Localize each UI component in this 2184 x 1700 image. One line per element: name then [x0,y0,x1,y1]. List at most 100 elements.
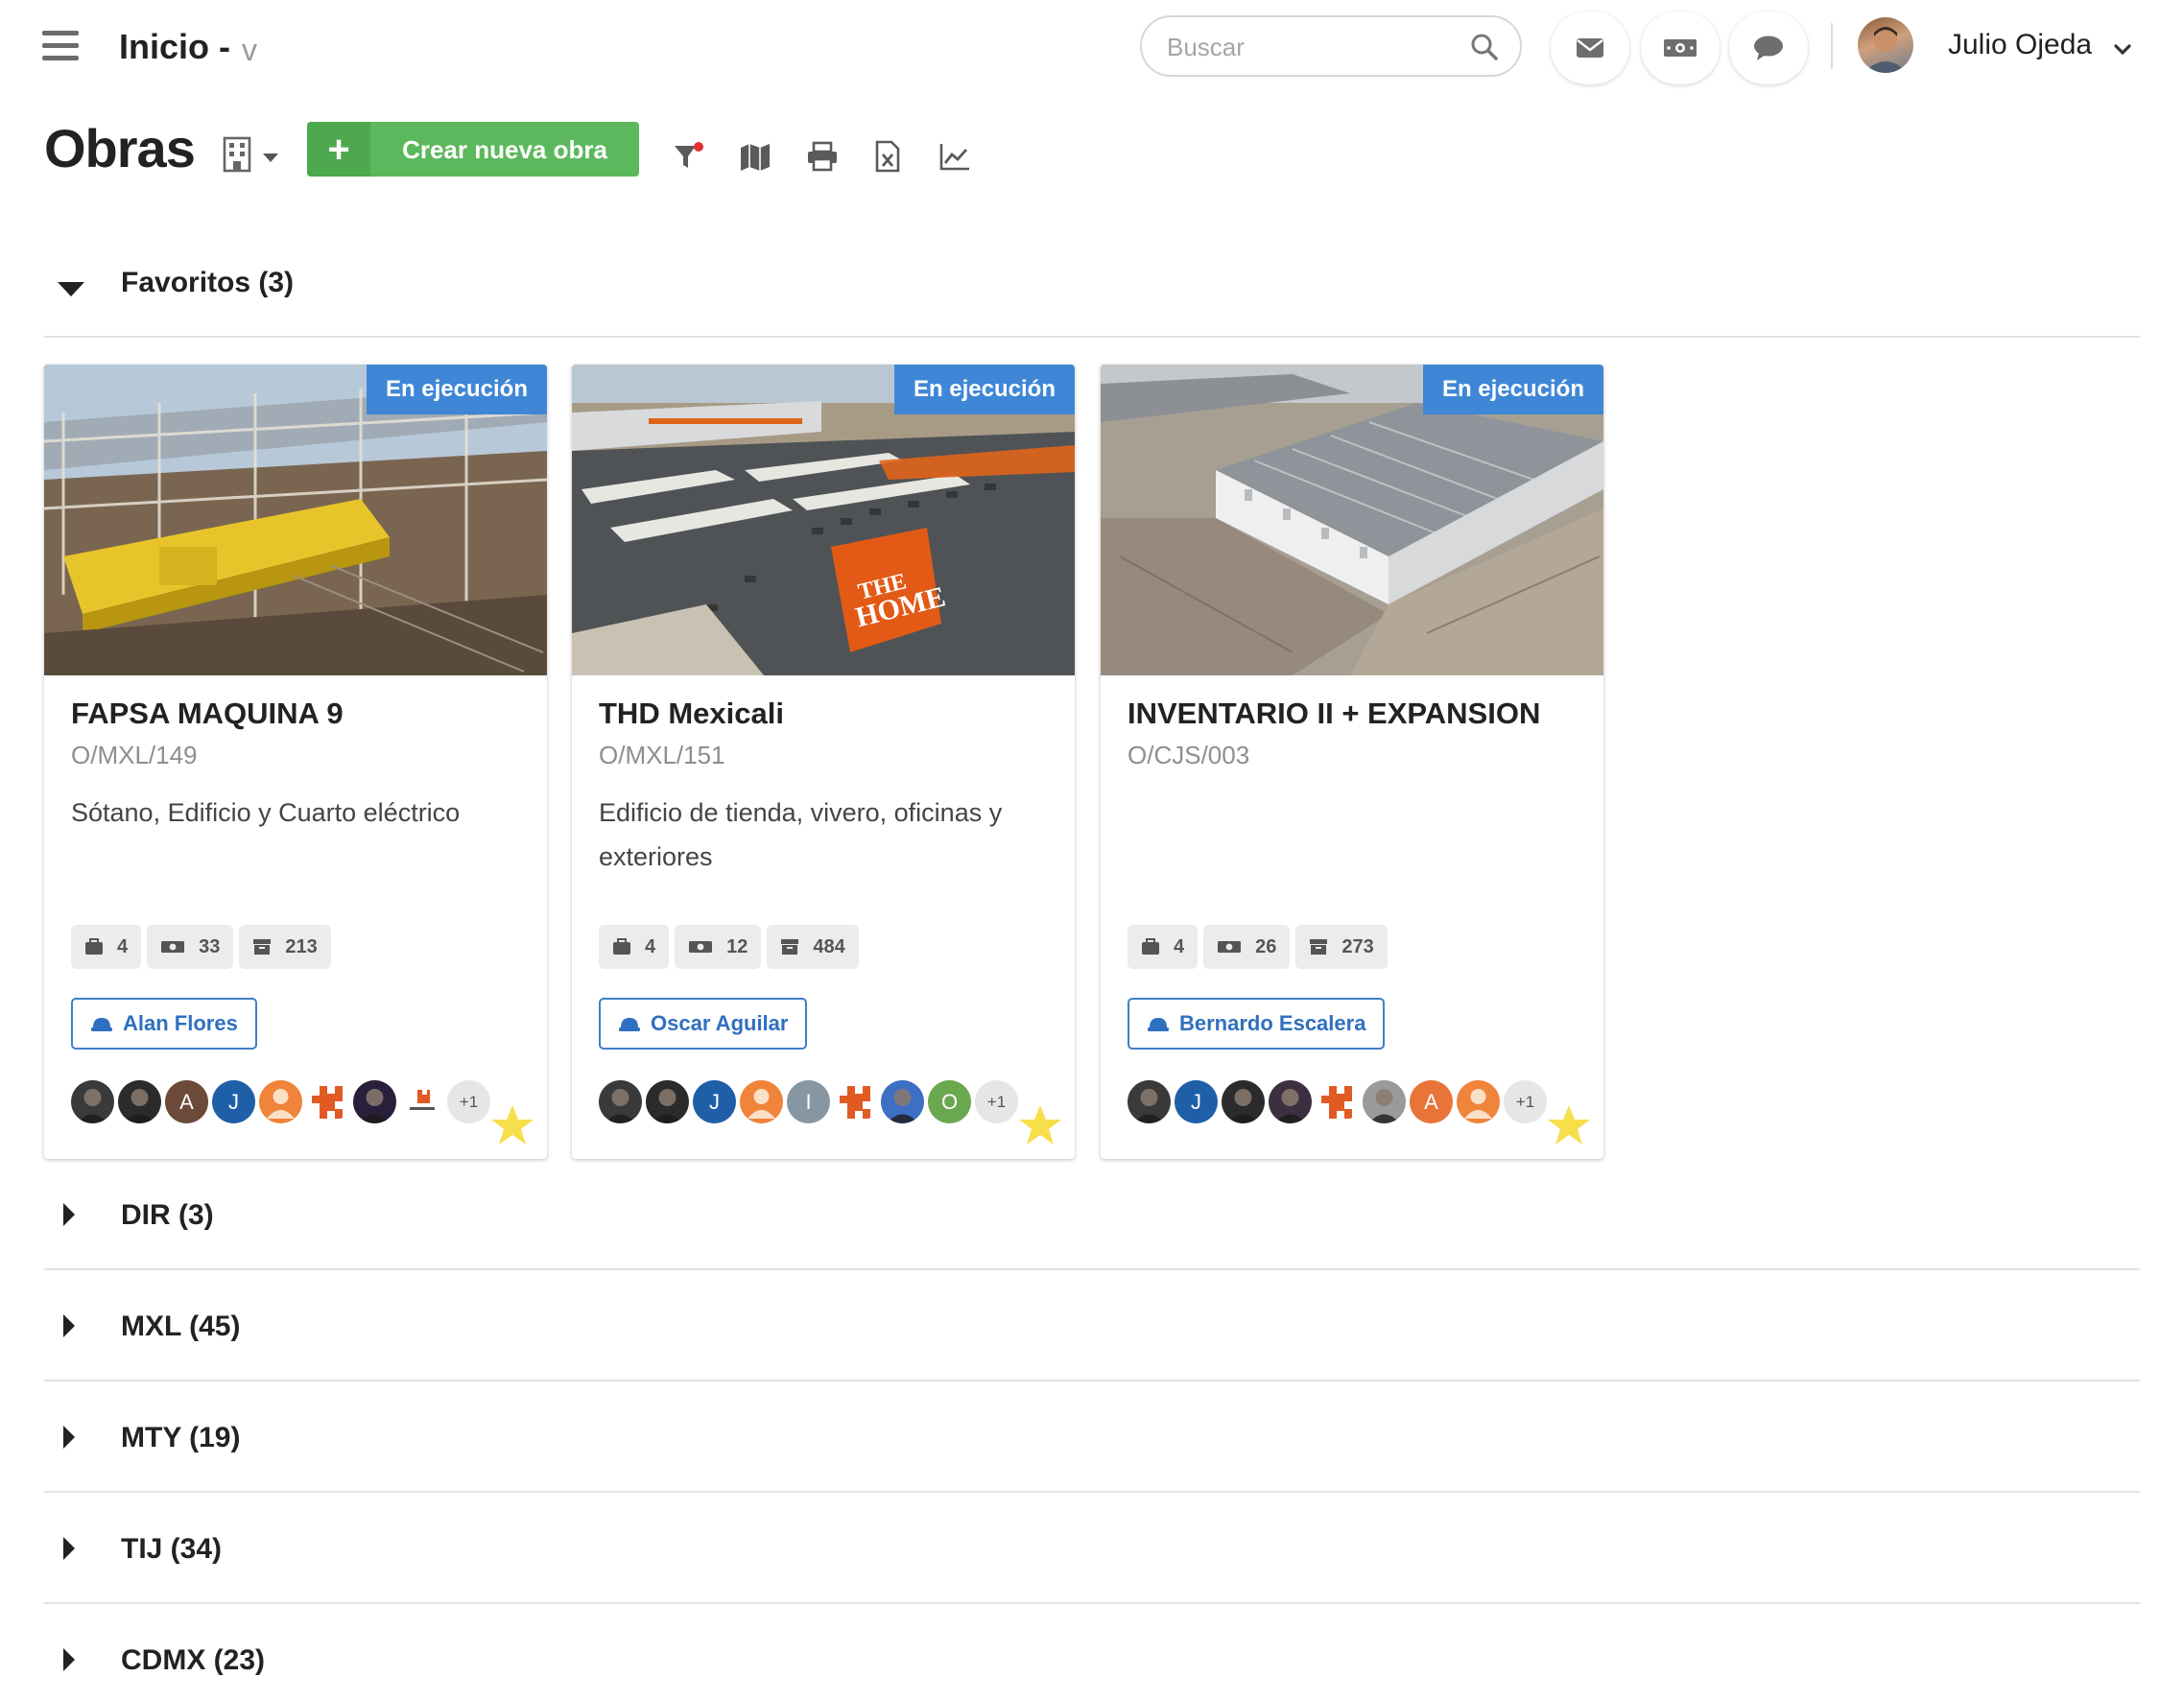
search-box [1140,15,1522,77]
project-code: O/MXL/151 [599,741,725,769]
company-logo-icon [1321,1086,1352,1119]
section-tij[interactable]: TIJ (34) [44,1523,2140,1604]
stat-value: 12 [726,935,748,957]
team-avatar[interactable] [1316,1080,1359,1123]
team-avatar[interactable]: I [787,1080,830,1123]
company-logo-icon [840,1086,870,1119]
team-avatars: J I O +1 [599,1080,1018,1126]
avatar-photo [887,1089,918,1123]
team-avatar[interactable] [1269,1080,1312,1123]
create-project-button[interactable]: + Crear nueva obra [307,122,639,177]
project-card[interactable]: En ejecución INVENTARIO II + EXPANSION O… [1101,365,1603,1159]
team-avatar[interactable]: A [165,1080,208,1123]
chevron-down-icon[interactable] [2111,38,2134,61]
team-avatar[interactable] [1363,1080,1406,1123]
project-name[interactable]: INVENTARIO II + EXPANSION [1128,697,1540,731]
star-icon[interactable] [489,1103,535,1147]
project-lead-button[interactable]: Alan Flores [71,998,257,1050]
team-avatar[interactable]: A [1410,1080,1453,1123]
stat-briefcase[interactable]: 4 [599,925,670,969]
plus-icon: + [307,122,370,177]
team-avatar[interactable]: O [928,1080,971,1123]
more-members-badge[interactable]: +1 [447,1080,490,1123]
stat-archive[interactable]: 273 [1295,925,1388,969]
stat-value: 273 [1341,935,1374,957]
money-icon [1664,39,1697,57]
user-silhouette-icon [1464,1089,1492,1119]
team-avatar[interactable] [1457,1080,1500,1123]
excel-icon[interactable] [871,140,904,173]
project-card[interactable]: En ejecución FAPSA MAQUINA 9 O/MXL/149 S… [44,365,547,1159]
team-avatar[interactable] [306,1080,349,1123]
avatar-photo [652,1089,683,1123]
team-avatars: A J +1 [71,1080,490,1126]
team-avatar[interactable]: J [212,1080,255,1123]
more-members-badge[interactable]: +1 [975,1080,1018,1123]
team-avatar[interactable] [740,1080,783,1123]
section-dir[interactable]: DIR (3) [44,1190,2140,1270]
briefcase-icon [85,938,103,955]
divider [44,336,2140,338]
star-icon[interactable] [1017,1103,1063,1147]
search-icon[interactable] [1470,33,1499,61]
avatar-photo [1227,1089,1259,1123]
project-stats: 4 26 273 [1128,925,1388,969]
breadcrumb-toggle[interactable]: v [242,33,257,68]
project-name[interactable]: THD Mexicali [599,697,784,731]
messages-button[interactable] [1551,12,1629,84]
star-icon[interactable] [1546,1103,1592,1147]
team-avatar[interactable] [646,1080,689,1123]
stat-briefcase[interactable]: 4 [71,925,142,969]
team-avatar[interactable] [71,1080,114,1123]
project-lead-button[interactable]: Bernardo Escalera [1128,998,1386,1050]
section-favorites[interactable]: Favoritos (3) [44,261,2140,338]
avatar-initial: A [1424,1089,1438,1114]
stat-value: 484 [813,935,845,957]
stat-cash[interactable]: 26 [1203,925,1291,969]
stat-cash[interactable]: 33 [147,925,234,969]
stat-archive[interactable]: 484 [767,925,859,969]
menu-icon[interactable] [42,31,79,63]
search-input[interactable] [1167,29,1455,65]
team-avatar[interactable] [1222,1080,1265,1123]
project-lead-button[interactable]: Oscar Aguilar [599,998,808,1050]
avatar-initial: J [1191,1089,1201,1114]
team-avatar[interactable] [1128,1080,1171,1123]
team-avatar[interactable] [259,1080,302,1123]
print-icon[interactable] [806,140,839,173]
chart-icon[interactable] [938,140,971,173]
stat-briefcase[interactable]: 4 [1128,925,1199,969]
team-avatar[interactable] [118,1080,161,1123]
stat-value: 4 [117,935,129,957]
chat-button[interactable] [1729,12,1808,84]
more-members-badge[interactable]: +1 [1504,1080,1547,1123]
user-avatar[interactable] [1858,17,1913,73]
building-icon [223,136,278,173]
section-label: MXL (45) [121,1310,241,1342]
user-name[interactable]: Julio Ojeda [1948,29,2092,61]
payments-button[interactable] [1641,12,1720,84]
team-avatar[interactable] [834,1080,877,1123]
archive-icon [1310,939,1328,955]
team-avatar[interactable] [400,1080,443,1123]
stat-archive[interactable]: 213 [239,925,331,969]
team-avatar[interactable] [353,1080,396,1123]
company-selector[interactable] [221,134,288,177]
team-avatar[interactable]: J [693,1080,736,1123]
section-cdmx[interactable]: CDMX (23) [44,1635,2140,1692]
caret-down-icon [58,282,84,296]
team-avatar[interactable] [599,1080,642,1123]
project-name[interactable]: FAPSA MAQUINA 9 [71,697,344,731]
team-avatar[interactable]: J [1175,1080,1218,1123]
stat-value: 4 [645,935,656,957]
section-mty[interactable]: MTY (19) [44,1412,2140,1493]
map-icon[interactable] [739,140,772,173]
section-mxl[interactable]: MXL (45) [44,1301,2140,1381]
cash-icon [689,941,713,953]
project-card[interactable]: THE HOME En ejecución THD Mexicali O/MXL… [572,365,1075,1159]
stat-cash[interactable]: 12 [675,925,762,969]
team-avatar[interactable] [881,1080,924,1123]
avatar-initial: O [940,1089,959,1114]
filter-icon[interactable] [672,140,704,173]
divider [44,1268,2140,1270]
